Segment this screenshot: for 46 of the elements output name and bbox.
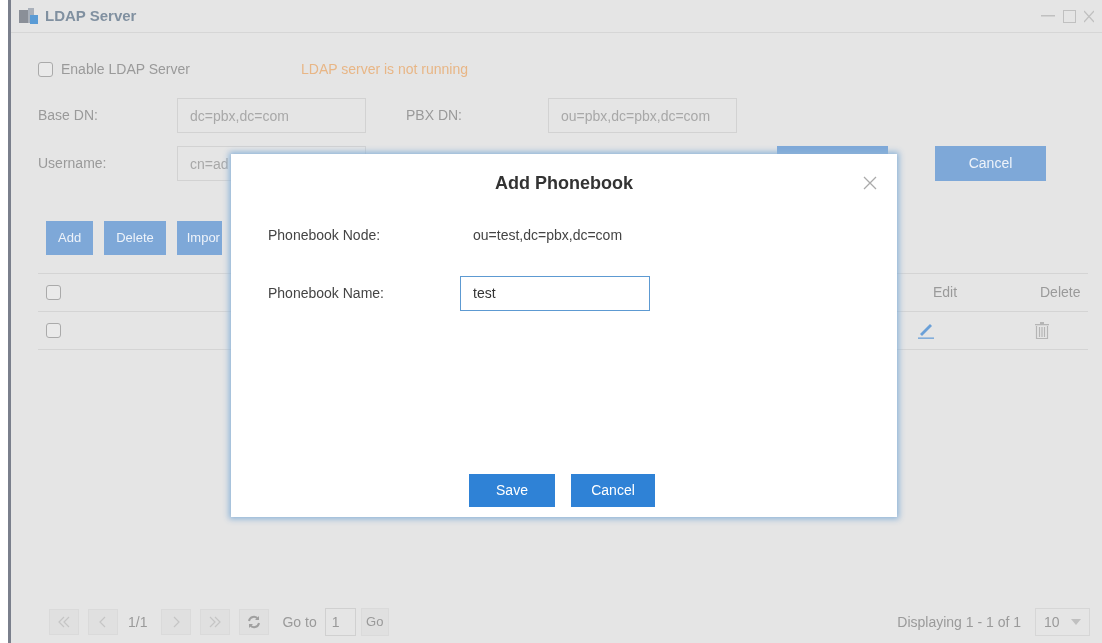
column-header: Edit: [933, 283, 958, 302]
chevron-icon: [58, 616, 70, 628]
checkbox[interactable]: [46, 323, 61, 338]
window-title: LDAP Server: [45, 5, 137, 26]
page-input[interactable]: 1: [324, 608, 356, 636]
column-header: Delete: [1040, 283, 1081, 302]
refresh-icon: [247, 615, 262, 629]
refresh-button[interactable]: [239, 609, 270, 635]
edit-icon[interactable]: [917, 322, 935, 339]
cancel-button[interactable]: Cancel: [935, 145, 1046, 181]
go-button[interactable]: Go: [360, 608, 389, 636]
close-icon[interactable]: [863, 176, 877, 190]
minimize-icon[interactable]: [1041, 15, 1055, 17]
save-button[interactable]: Save: [469, 474, 555, 507]
cancel-button[interactable]: Cancel: [571, 474, 655, 507]
chevron-icon: [209, 616, 222, 628]
dialog-title: Add Phonebook: [495, 171, 633, 195]
server-icon: [19, 8, 39, 24]
trash-icon[interactable]: [1035, 322, 1049, 339]
toolbar-button[interactable]: Delete: [104, 221, 166, 255]
input-field[interactable]: test: [460, 275, 650, 311]
goto-label: Go to: [282, 612, 317, 632]
field-value: ou=test,dc=pbx,dc=com: [473, 225, 623, 245]
input-field[interactable]: ou=pbx,dc=pbx,dc=com: [548, 97, 737, 133]
field-label: Username:: [38, 153, 108, 173]
status-text: LDAP server is not running: [301, 59, 469, 79]
checkbox[interactable]: [46, 285, 61, 300]
dropdown-icon: [1071, 619, 1081, 625]
page-size-select[interactable]: 10: [1035, 608, 1090, 636]
toolbar-button[interactable]: Impor: [176, 221, 222, 255]
checkbox[interactable]: [38, 61, 53, 77]
maximize-icon[interactable]: [1063, 9, 1076, 23]
last-page-button[interactable]: [200, 609, 231, 635]
field-label: PBX DN:: [406, 105, 463, 125]
previous-page-button[interactable]: [88, 609, 118, 635]
input-field[interactable]: dc=pbx,dc=com: [177, 97, 366, 133]
page-summary: Displaying 1 - 1 of 1: [897, 612, 1021, 632]
page-indicator: 1/1: [128, 612, 148, 632]
checkbox-label: Enable LDAP Server: [61, 59, 191, 79]
next-page-button[interactable]: [161, 609, 192, 635]
field-label: Phonebook Name:: [268, 283, 385, 303]
close-icon[interactable]: [1084, 9, 1094, 23]
field-label: Base DN:: [38, 105, 99, 125]
field-label: Phonebook Node:: [268, 225, 382, 245]
first-page-button[interactable]: [49, 609, 79, 635]
toolbar-button[interactable]: Add: [46, 221, 94, 255]
